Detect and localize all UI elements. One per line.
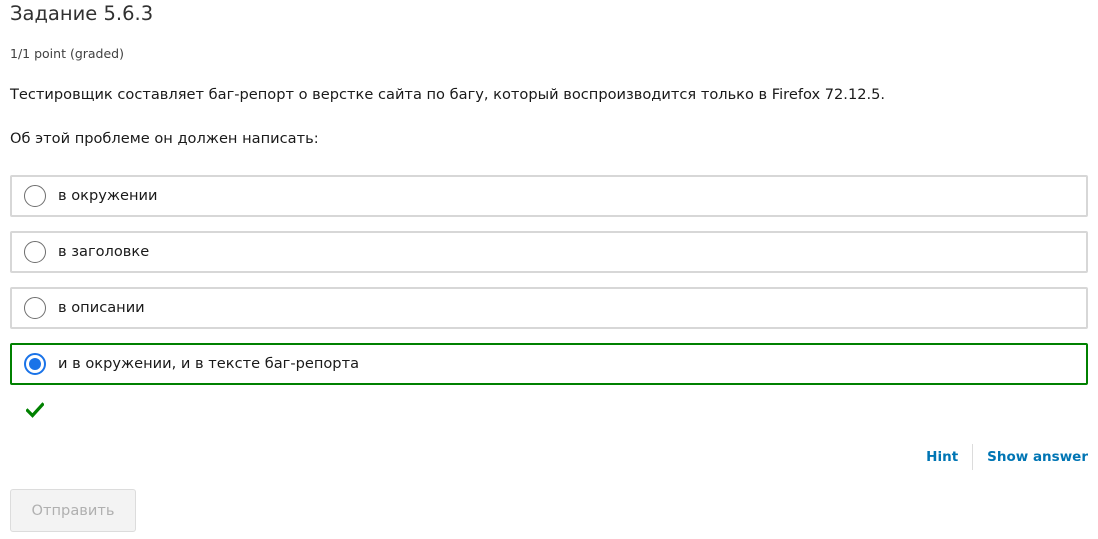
radio-button[interactable] <box>24 297 46 319</box>
answer-option-label: в описании <box>58 299 145 316</box>
radio-dot <box>29 358 41 370</box>
answer-option-label: в окружении <box>58 187 158 204</box>
answer-option-label: и в окружении, и в тексте баг-репорта <box>58 355 360 372</box>
answer-option[interactable]: в описании <box>10 287 1088 329</box>
radio-button-selected[interactable] <box>24 353 46 375</box>
submit-button[interactable]: Отправить <box>10 489 136 532</box>
actions-divider <box>972 444 974 470</box>
answer-option[interactable]: в заголовке <box>10 231 1088 273</box>
problem-title: Задание 5.6.3 <box>10 2 154 25</box>
show-answer-button[interactable]: Show answer <box>987 449 1088 465</box>
answer-option-selected[interactable]: и в окружении, и в тексте баг-репорта <box>10 343 1088 385</box>
points-status: 1/1 point (graded) <box>10 46 124 61</box>
question-prompt: Об этой проблеме он должен написать: <box>10 130 319 147</box>
answer-option[interactable]: в окружении <box>10 175 1088 217</box>
problem-actions: Hint Show answer <box>926 444 1088 470</box>
radio-button[interactable] <box>24 241 46 263</box>
radio-button[interactable] <box>24 185 46 207</box>
hint-button[interactable]: Hint <box>926 449 958 465</box>
answer-option-label: в заголовке <box>58 243 150 260</box>
question-text: Тестировщик составляет баг-репорт о верс… <box>10 86 886 103</box>
checkmark-icon <box>26 402 44 418</box>
